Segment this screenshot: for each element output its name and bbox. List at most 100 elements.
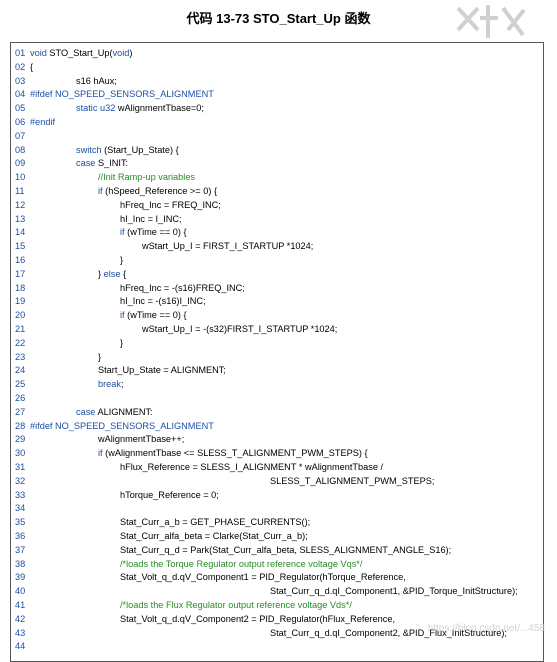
code-text: Stat_Curr_q_d = Park(Stat_Curr_alfa_beta…: [120, 544, 452, 555]
code-line: 14 if (wTime == 0) {: [15, 226, 187, 240]
code-line: 38 /*loads the Torque Regulator output re…: [15, 558, 362, 572]
stamp-logo: [456, 5, 526, 38]
code-line: 43 Stat_Curr_q_d.qI_Component2, &PID_Flux…: [15, 627, 507, 641]
line-number: 20: [15, 310, 26, 321]
code-text: void STO_Start_Up(void): [30, 48, 133, 58]
line-number: 26: [15, 393, 26, 403]
line-number: 01: [15, 48, 26, 58]
line-number: 16: [15, 255, 26, 265]
line-number: 27: [15, 406, 26, 417]
code-text: hFreq_Inc = FREQ_INC;: [120, 199, 221, 210]
code-line: 17} else {: [15, 268, 126, 282]
line-number: 14: [15, 227, 26, 238]
line-number: 30: [15, 448, 26, 459]
code-text: SLESS_T_ALIGNMENT_PWM_STEPS;: [270, 475, 435, 486]
line-number: 25: [15, 379, 26, 390]
code-line: 16}: [15, 254, 123, 268]
line-number: 13: [15, 213, 26, 224]
code-line: 19 hI_Inc = -(s16)I_INC;: [15, 295, 206, 309]
code-text: #ifdef NO_SPEED_SENSORS_ALIGNMENT: [30, 89, 214, 100]
code-line: 04 #ifdef NO_SPEED_SENSORS_ALIGNMENT: [15, 88, 214, 102]
code-line: 09 case S_INIT:: [15, 157, 128, 171]
line-number: 18: [15, 282, 26, 293]
line-number: 19: [15, 296, 26, 307]
code-line: 11 if (hSpeed_Reference >= 0) {: [15, 185, 217, 199]
code-text: if (wTime == 0) {: [120, 310, 187, 321]
code-text: static u32 wAlignmentTbase=0;: [76, 103, 204, 114]
code-line: 35 Stat_Curr_a_b = GET_PHASE_CURRENTS();: [15, 516, 310, 530]
code-text: wStart_Up_I = -(s32)FIRST_I_STARTUP *102…: [142, 324, 338, 334]
code-line: 25 break;: [15, 378, 124, 392]
line-number: 28: [15, 420, 26, 431]
code-line: 15 wStart_Up_I = FIRST_I_STARTUP *1024;: [15, 240, 313, 254]
code-text: }: [98, 351, 102, 362]
code-text: /*loads the Flux Regulator output refere…: [120, 600, 352, 610]
code-line: 13 hI_Inc = I_INC;: [15, 213, 182, 227]
line-number: 03: [15, 75, 26, 86]
line-number: 32: [15, 475, 26, 486]
line-number: 37: [15, 544, 26, 555]
code-text: }: [120, 255, 124, 265]
code-line: 06 #endif: [15, 116, 55, 130]
code-line: 26: [15, 392, 30, 406]
code-line: 29 wAlignmentTbase++;: [15, 433, 184, 447]
code-line: 10 //Init Ramp-up variables: [15, 171, 195, 185]
line-number: 31: [15, 462, 26, 472]
code-line: 30 if (wAlignmentTbase <= SLESS_T_ALIGNME…: [15, 447, 368, 461]
code-line: 08 switch (Start_Up_State) {: [15, 144, 179, 158]
code-line: 05 static u32 wAlignmentTbase=0;: [15, 102, 204, 116]
line-number: 02: [15, 61, 26, 72]
line-number: 17: [15, 268, 26, 279]
code-line: 07: [15, 130, 30, 144]
watermark: https://blog.csdn.net/...458: [427, 623, 545, 634]
code-text: /*loads the Torque Regulator output refe…: [120, 558, 363, 569]
code-line: 39 Stat_Volt_q_d.qV_Component1 = PID_Regu…: [15, 571, 406, 585]
code-text: {: [30, 61, 34, 72]
code-line: 20 if (wTime == 0) {: [15, 309, 187, 323]
code-line: 31 hFlux_Reference = SLESS_I_ALIGNMENT * …: [15, 461, 383, 475]
line-number: 43: [15, 627, 26, 638]
code-line: 28 #ifdef NO_SPEED_SENSORS_ALIGNMENT: [15, 420, 214, 434]
line-number: 21: [15, 324, 26, 334]
code-text: hFreq_Inc = -(s16)FREQ_INC;: [120, 282, 245, 293]
code-text: s16 hAux;: [76, 75, 117, 86]
code-line: 42 Stat_Volt_q_d.qV_Component2 = PID_Regu…: [15, 613, 395, 627]
line-number: 10: [15, 172, 26, 183]
code-line: 01 void STO_Start_Up(void): [15, 47, 132, 61]
line-number: 33: [15, 489, 26, 500]
code-line: 34: [15, 502, 30, 516]
line-number: 06: [15, 117, 26, 127]
code-text: switch (Start_Up_State) {: [76, 144, 179, 155]
code-line: 18 hFreq_Inc = -(s16)FREQ_INC;: [15, 282, 245, 296]
code-line: 02 {: [15, 61, 34, 75]
line-number: 12: [15, 199, 26, 210]
code-text: Start_Up_State = ALIGNMENT;: [98, 365, 226, 376]
line-number: 11: [15, 186, 25, 196]
code-text: #endif: [30, 117, 56, 127]
code-line: 36 Stat_Curr_alfa_beta = Clarke(Stat_Curr…: [15, 530, 308, 544]
code-text: #ifdef NO_SPEED_SENSORS_ALIGNMENT: [30, 420, 214, 431]
code-line: 22}: [15, 337, 123, 351]
code-line: 33 hTorque_Reference = 0;: [15, 489, 219, 503]
line-number: 29: [15, 434, 26, 445]
code-line: 41 /*loads the Flux Regulator output refe…: [15, 599, 352, 613]
line-number: 09: [15, 158, 26, 169]
code-text: hI_Inc = I_INC;: [120, 213, 182, 224]
code-text: Stat_Curr_q_d.qI_Component1, &PID_Torque…: [270, 586, 518, 597]
line-number: 07: [15, 130, 26, 141]
code-text: case ALIGNMENT:: [76, 406, 153, 417]
code-text: //Init Ramp-up variables: [98, 172, 196, 183]
code-line: 40 Stat_Curr_q_d.qI_Component1, &PID_Torq…: [15, 585, 518, 599]
code-line: 24 Start_Up_State = ALIGNMENT;: [15, 364, 226, 378]
code-listing-box: 01 void STO_Start_Up(void) 02 {03 s16 hAux; 0…: [10, 42, 544, 662]
line-number: 42: [15, 613, 26, 624]
code-line: 37 Stat_Curr_q_d = Park(Stat_Curr_alfa_be…: [15, 544, 451, 558]
line-number: 38: [15, 558, 26, 569]
code-text: hI_Inc = -(s16)I_INC;: [120, 296, 206, 307]
code-text: if (wTime == 0) {: [120, 227, 187, 238]
code-text: Stat_Volt_q_d.qV_Component1 = PID_Regula…: [120, 572, 406, 583]
code-line: 23}: [15, 351, 101, 365]
code-line: 32 SLESS_T_ALIGNMENT_PWM_STEPS;: [15, 475, 434, 489]
code-text: if (wAlignmentTbase <= SLESS_T_ALIGNMENT…: [98, 448, 368, 459]
code-line: 12 hFreq_Inc = FREQ_INC;: [15, 199, 221, 213]
